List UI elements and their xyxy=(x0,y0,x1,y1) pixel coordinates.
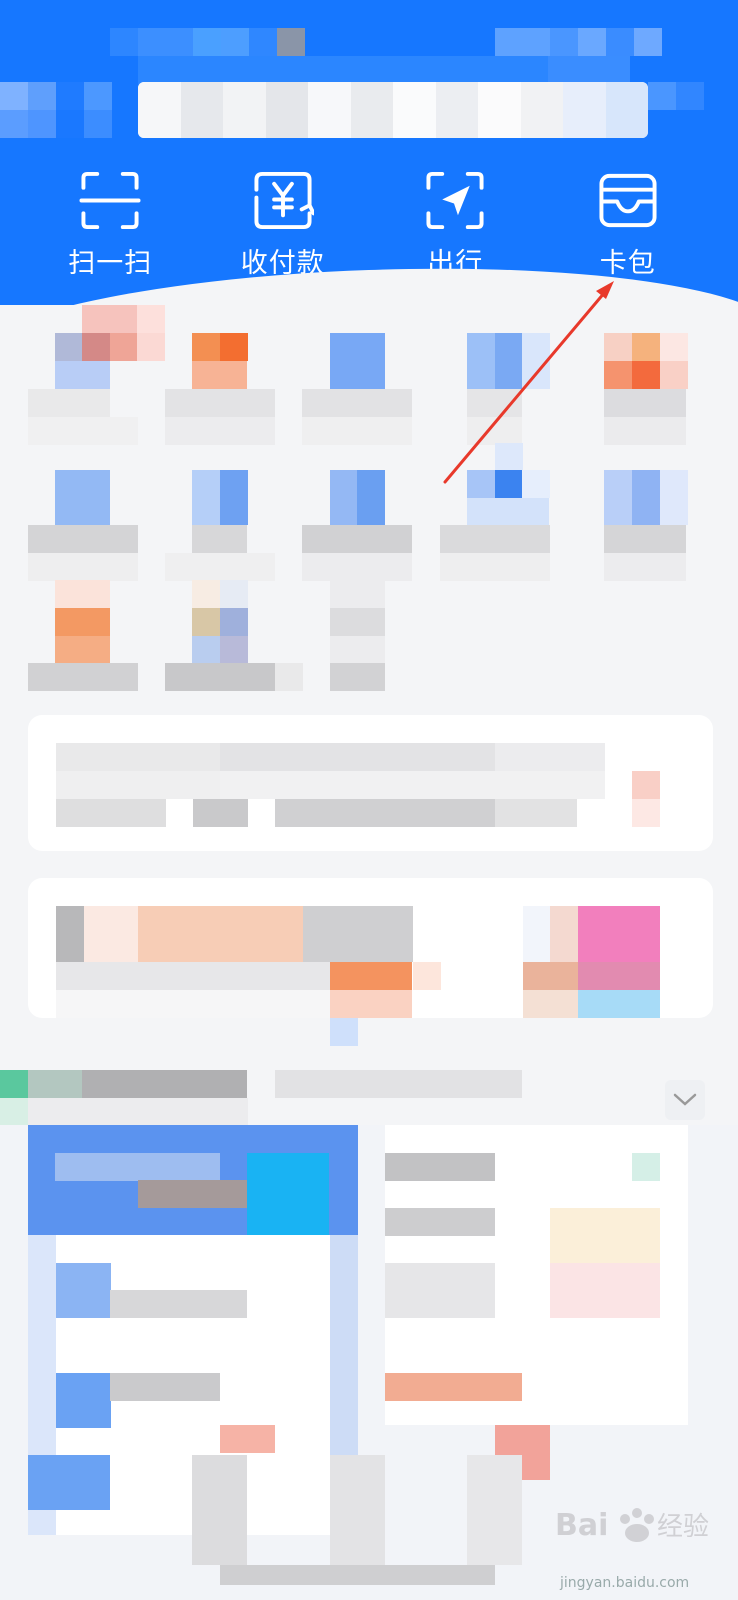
svg-text:经验: 经验 xyxy=(657,1512,709,1542)
blurred-right-icons xyxy=(648,82,738,110)
quick-actions: 扫一扫 收付款 出行 卡包 xyxy=(0,160,738,280)
quick-action-card-wallet[interactable]: 卡包 xyxy=(568,160,688,280)
search-bar[interactable] xyxy=(138,82,648,138)
blurred-notice-card[interactable] xyxy=(28,715,713,851)
card-wallet-icon xyxy=(599,173,657,228)
quick-action-label: 扫一扫 xyxy=(68,248,153,279)
chevron-down-icon xyxy=(673,1093,697,1106)
svg-text:Bai: Bai xyxy=(555,1508,608,1543)
quick-action-travel[interactable]: 出行 xyxy=(395,160,515,280)
blurred-status-row xyxy=(0,28,738,56)
quick-action-scan[interactable]: 扫一扫 xyxy=(50,160,170,280)
baidu-jingyan-logo: Bai du 经验 xyxy=(555,1508,709,1543)
blurred-section-tabs xyxy=(0,1070,738,1126)
travel-icon xyxy=(426,171,484,230)
blurred-status-row-2 xyxy=(0,56,738,84)
watermark-url: jingyan.baidu.com xyxy=(560,1575,690,1591)
quick-action-label: 卡包 xyxy=(599,248,656,279)
app-grid-blurred xyxy=(0,305,738,705)
scan-icon xyxy=(79,171,141,230)
expand-button[interactable] xyxy=(665,1080,705,1120)
home-header: 扫一扫 收付款 出行 卡包 xyxy=(0,0,738,305)
payment-code-icon xyxy=(254,171,314,230)
blurred-promo-card[interactable] xyxy=(28,878,713,1018)
quick-action-payment[interactable]: 收付款 xyxy=(223,160,343,280)
blurred-dot xyxy=(330,1018,358,1046)
